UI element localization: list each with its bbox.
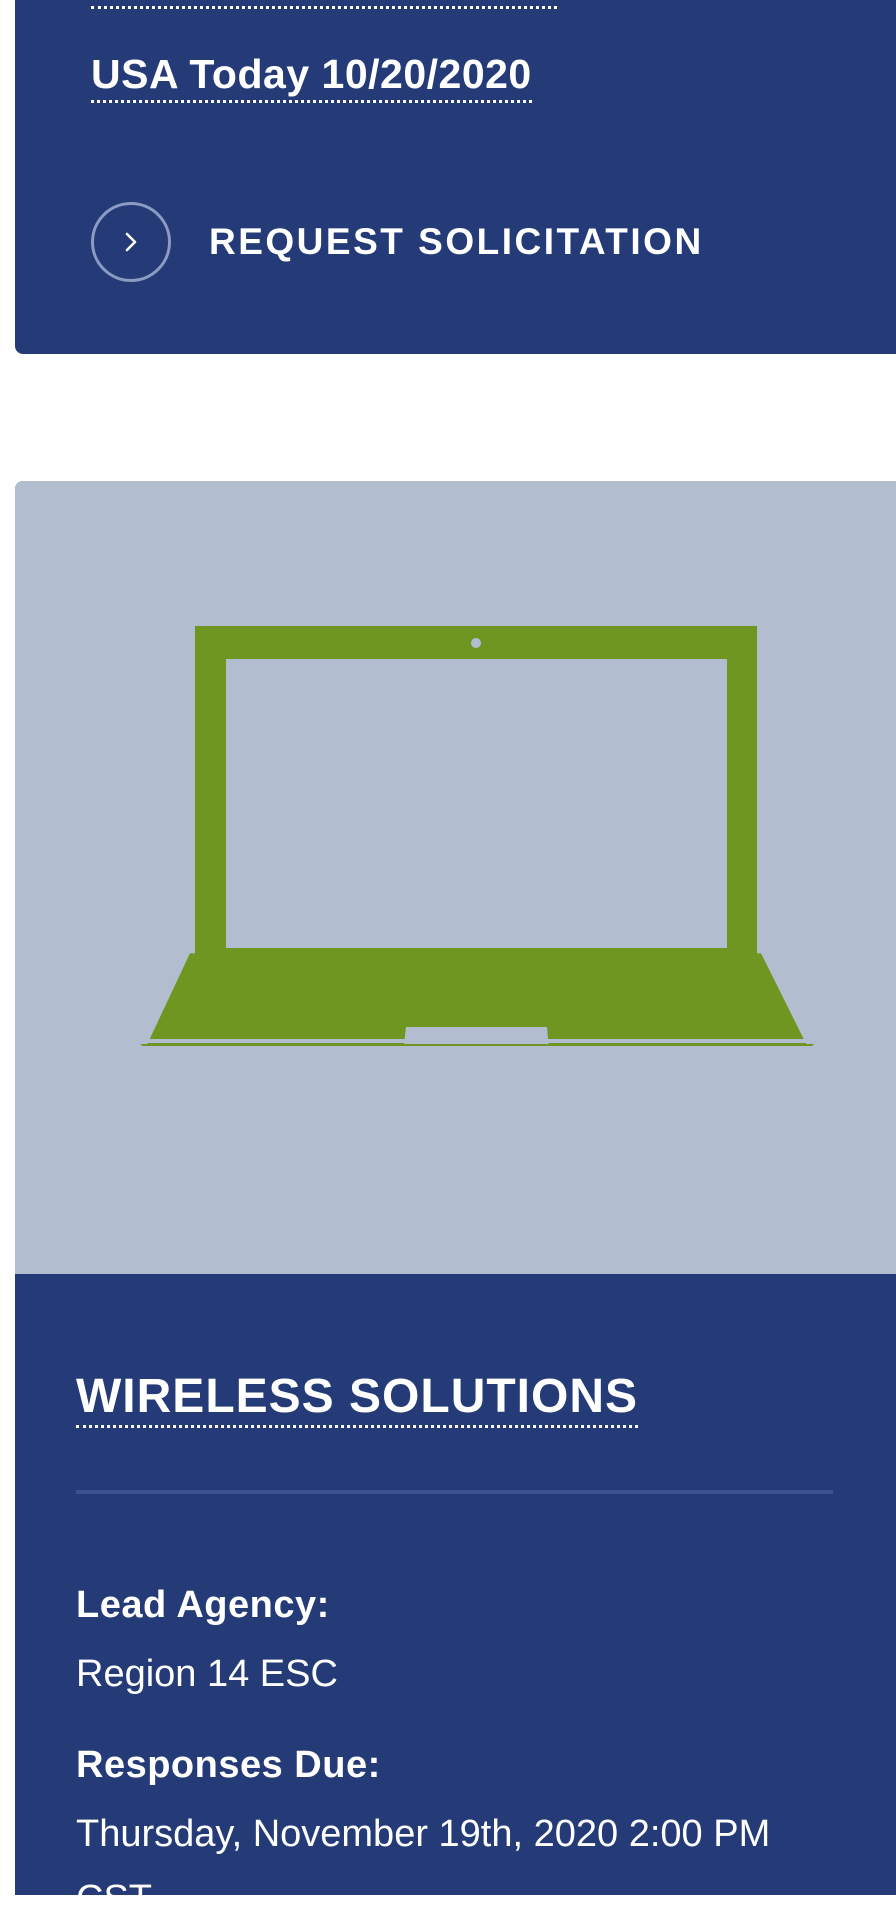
responses-due-value: Thursday, November 19th, 2020 2:00 PM	[76, 1813, 771, 1855]
partial-press-link-underline	[91, 6, 557, 9]
responses-due-value-overflow: CST	[76, 1878, 152, 1920]
solicitation-title-link[interactable]: WIRELESS SOLUTIONS	[76, 1369, 639, 1428]
press-link-usa-today[interactable]: USA Today 10/20/2020	[91, 48, 532, 103]
request-solicitation-label: REQUEST SOLICITATION	[209, 221, 704, 262]
card-image	[15, 481, 896, 1274]
title-divider	[76, 1490, 833, 1494]
laptop-icon	[120, 626, 814, 1061]
lead-agency-value: Region 14 ESC	[76, 1653, 338, 1695]
previous-solicitation-card: USA Today 10/20/2020 REQUEST SOLICITATIO…	[15, 0, 896, 354]
request-solicitation-button[interactable]: REQUEST SOLICITATION	[91, 197, 704, 287]
lead-agency-label: Lead Agency:	[76, 1584, 330, 1626]
chevron-right-icon	[91, 202, 171, 282]
responses-due-label: Responses Due:	[76, 1744, 381, 1786]
